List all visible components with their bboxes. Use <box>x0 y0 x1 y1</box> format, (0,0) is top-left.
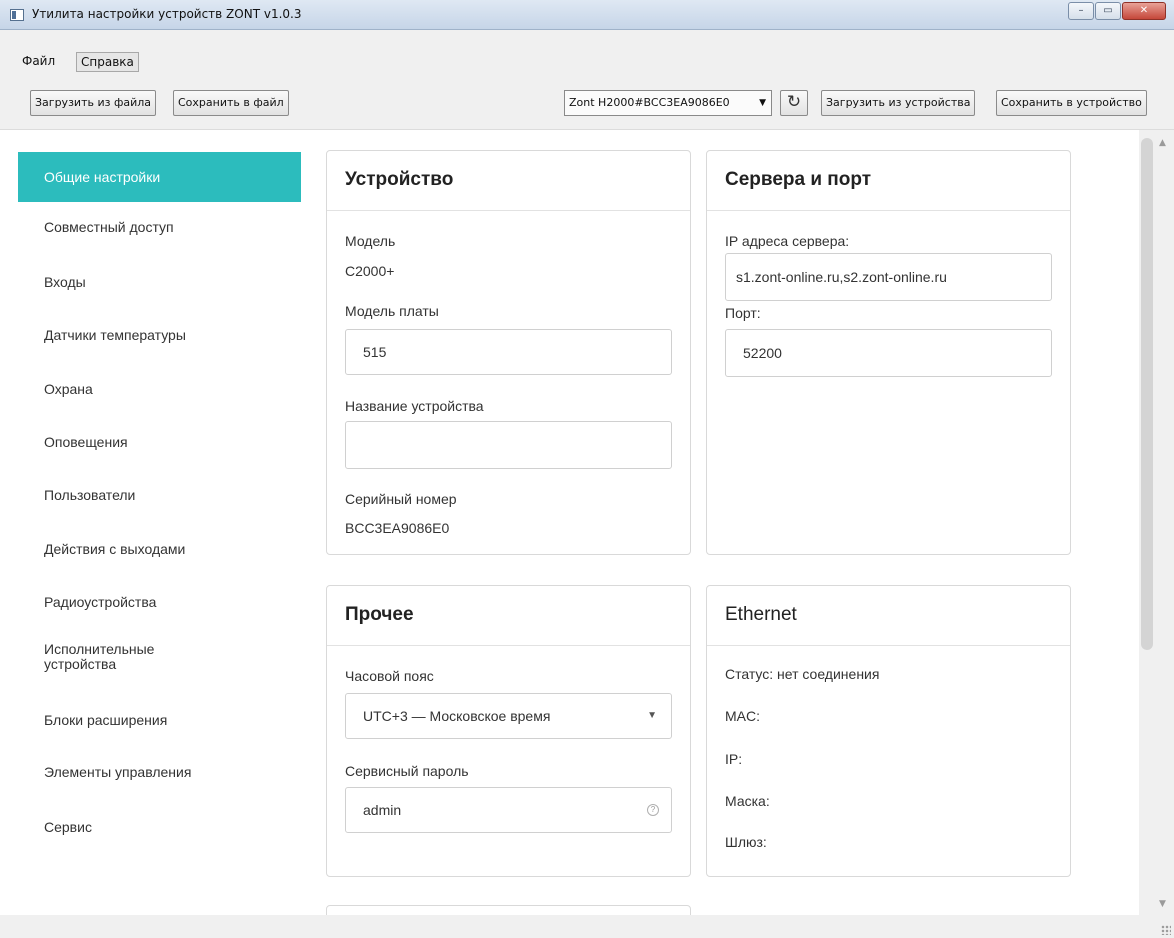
window-title: Утилита настройки устройств ZONT v1.0.3 <box>32 7 302 21</box>
sidebar-item-label: Элементы управления <box>44 764 192 780</box>
board-model-label: Модель платы <box>345 303 439 319</box>
toolbar: Загрузить из файла Сохранить в файл Zont… <box>0 74 1174 130</box>
sidebar-item-label: Действия с выходами <box>44 541 186 557</box>
server-ip-input[interactable]: s1.zont-online.ru,s2.zont-online.ru <box>725 253 1052 301</box>
menu-file[interactable]: Файл <box>18 52 59 72</box>
other-card-title: Прочее <box>345 604 414 625</box>
port-label: Порт: <box>725 305 761 321</box>
device-name-label: Название устройства <box>345 398 484 414</box>
sidebar-item-inputs[interactable]: Входы <box>18 262 301 302</box>
server-ip-label: IP адреса сервера: <box>725 233 850 249</box>
app-icon <box>10 9 24 21</box>
board-model-input[interactable]: 515 <box>345 329 672 375</box>
service-password-label: Сервисный пароль <box>345 763 469 779</box>
serial-number-value: BCC3EA9086E0 <box>345 520 450 536</box>
device-select-value: Zont H2000#BCC3EA9086E0 <box>569 96 730 109</box>
sidebar-item-general[interactable]: Общие настройки <box>18 152 301 202</box>
next-card-partial <box>326 905 691 915</box>
load-from-device-button[interactable]: Загрузить из устройства <box>821 90 976 116</box>
sidebar-item-label: Датчики температуры <box>44 327 186 343</box>
sidebar-item-temp-sensors[interactable]: Датчики температуры <box>18 315 301 355</box>
title-bar: Утилита настройки устройств ZONT v1.0.3 … <box>0 0 1174 30</box>
sidebar-item-expansion-blocks[interactable]: Блоки расширения <box>18 700 301 740</box>
sidebar-item-label: Радиоустройства <box>44 594 157 610</box>
other-card: Прочее Часовой пояс UTC+3 — Московское в… <box>326 585 691 877</box>
scroll-up-icon[interactable]: ▲ <box>1159 138 1166 148</box>
sidebar-item-notifications[interactable]: Оповещения <box>18 422 301 462</box>
model-value: C2000+ <box>345 263 395 279</box>
ethernet-ip-label: IP: <box>725 751 743 767</box>
sidebar-item-controls[interactable]: Элементы управления <box>18 752 301 792</box>
model-label: Модель <box>345 233 396 249</box>
timezone-select[interactable]: UTC+3 — Московское время ▼ <box>345 693 672 739</box>
sidebar-item-security[interactable]: Охрана <box>18 369 301 409</box>
ethernet-mask-label: Маска: <box>725 793 770 809</box>
service-password-input[interactable]: admin ? <box>345 787 672 833</box>
maximize-icon[interactable]: ▭ <box>1095 2 1121 20</box>
main-content: Устройство Модель C2000+ Модель платы 51… <box>301 130 1139 915</box>
server-card: Сервера и порт IP адреса сервера: s1.zon… <box>706 150 1071 555</box>
ethernet-card: Ethernet Статус: нет соединения MAC: IP:… <box>706 585 1071 877</box>
sidebar-item-users[interactable]: Пользователи <box>18 475 301 515</box>
serial-number-label: Серийный номер <box>345 491 457 507</box>
chevron-down-icon: ▼ <box>759 98 766 108</box>
chevron-down-icon: ▼ <box>647 710 657 721</box>
card-header: Сервера и порт <box>707 151 1070 211</box>
device-card-title: Устройство <box>345 169 454 190</box>
sidebar-item-label: Исполнительные <box>44 641 155 657</box>
save-to-file-button[interactable]: Сохранить в файл <box>173 90 289 116</box>
sidebar-item-label: Общие настройки <box>44 169 161 185</box>
sidebar-item-output-actions[interactable]: Действия с выходами <box>18 529 301 569</box>
sidebar-item-shared-access[interactable]: Совместный доступ <box>18 207 301 247</box>
load-from-file-button[interactable]: Загрузить из файла <box>30 90 157 116</box>
timezone-value: UTC+3 — Московское время <box>363 708 551 724</box>
ethernet-status: Статус: нет соединения <box>725 666 880 682</box>
ethernet-card-title: Ethernet <box>725 604 797 625</box>
sidebar-item-label: Сервис <box>44 819 92 835</box>
sidebar-item-radio-devices[interactable]: Радиоустройства <box>18 582 301 622</box>
sidebar-item-label-line2: устройства <box>44 656 117 672</box>
device-select[interactable]: Zont H2000#BCC3EA9086E0 ▼ <box>564 90 772 116</box>
save-to-device-button[interactable]: Сохранить в устройство <box>996 90 1147 116</box>
vertical-scrollbar[interactable]: ▲ ▼ <box>1139 130 1174 915</box>
sidebar-item-label: Охрана <box>44 381 93 397</box>
sidebar-item-label: Пользователи <box>44 487 136 503</box>
help-icon[interactable]: ? <box>647 804 659 816</box>
ethernet-mac-label: MAC: <box>725 708 760 724</box>
sidebar-item-label: Входы <box>44 274 86 290</box>
scroll-down-icon[interactable]: ▼ <box>1159 899 1166 909</box>
device-card: Устройство Модель C2000+ Модель платы 51… <box>326 150 691 555</box>
server-card-title: Сервера и порт <box>725 169 872 190</box>
device-name-input[interactable] <box>345 421 672 469</box>
sidebar-item-service[interactable]: Сервис <box>18 807 301 847</box>
menu-bar: Файл Справка <box>0 30 1174 74</box>
card-header: Прочее <box>327 586 690 646</box>
card-header: Устройство <box>327 151 690 211</box>
window-controls: – ▭ ✕ <box>1067 2 1166 20</box>
service-password-value: admin <box>363 802 402 818</box>
minimize-icon[interactable]: – <box>1068 2 1094 20</box>
status-bar <box>0 915 1174 938</box>
close-icon[interactable]: ✕ <box>1122 2 1166 20</box>
sidebar-item-label: Оповещения <box>44 434 128 450</box>
port-input[interactable]: 52200 <box>725 329 1052 377</box>
sidebar-item-label: Совместный доступ <box>44 219 174 235</box>
ethernet-gateway-label: Шлюз: <box>725 834 767 850</box>
scrollbar-thumb[interactable] <box>1141 138 1153 650</box>
sidebar-item-label: Блоки расширения <box>44 712 168 728</box>
sidebar-item-actuators[interactable]: Исполнительные устройства <box>18 640 301 684</box>
timezone-label: Часовой пояс <box>345 668 434 684</box>
resize-grip-icon[interactable] <box>1161 925 1171 935</box>
menu-help[interactable]: Справка <box>76 52 139 72</box>
card-header: Ethernet <box>707 586 1070 646</box>
sidebar: Общие настройки Совместный доступ Входы … <box>18 152 301 852</box>
refresh-icon[interactable]: ↻ <box>780 90 808 116</box>
